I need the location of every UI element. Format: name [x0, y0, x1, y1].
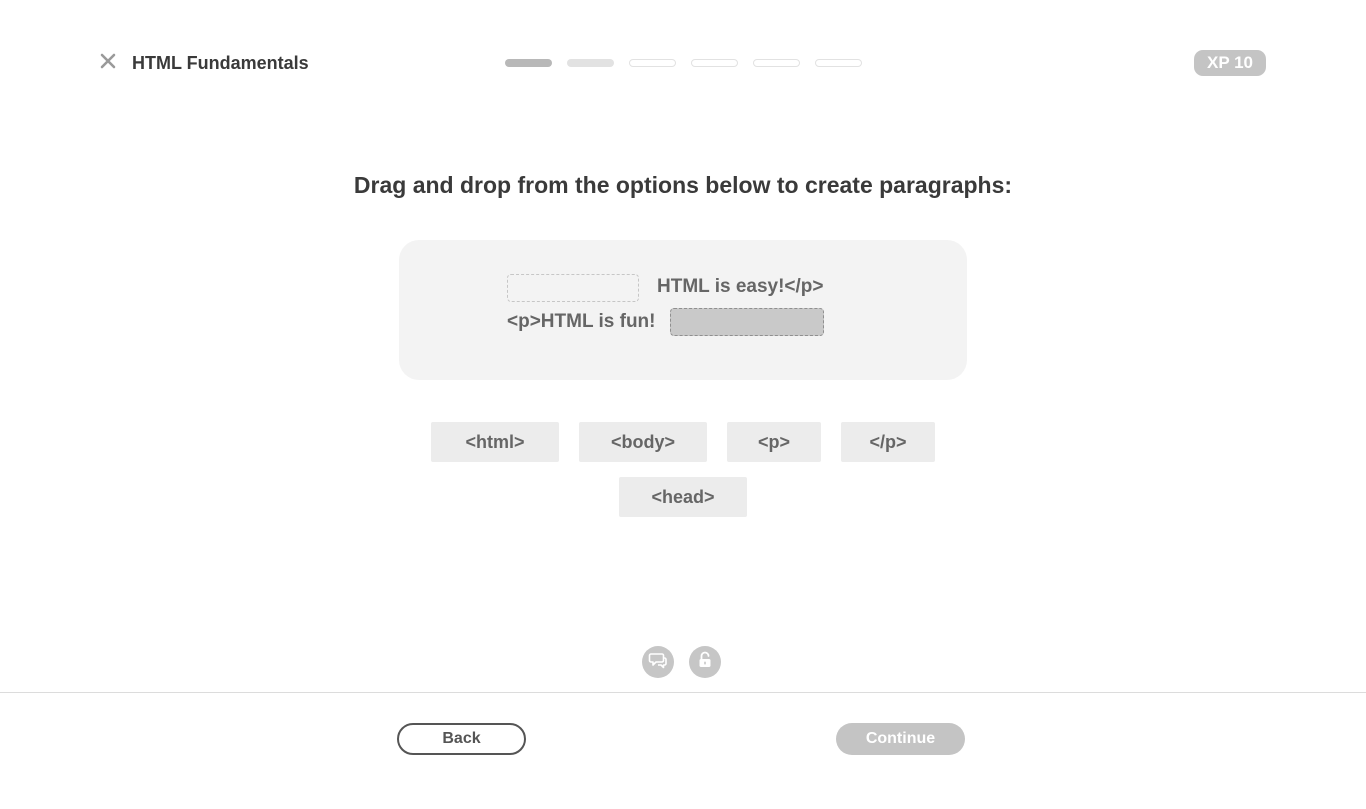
option-html[interactable]: <html>: [431, 422, 559, 462]
drop-slot-2[interactable]: [670, 308, 824, 336]
option-p[interactable]: <p>: [727, 422, 821, 462]
progress-step: [629, 59, 676, 67]
option-body[interactable]: <body>: [579, 422, 707, 462]
comments-button[interactable]: [642, 646, 674, 678]
back-button[interactable]: Back: [397, 723, 526, 755]
option-head[interactable]: <head>: [619, 477, 747, 517]
progress-step: [815, 59, 862, 67]
close-button[interactable]: [96, 51, 120, 75]
lesson-progress: [505, 59, 862, 67]
progress-step: [691, 59, 738, 67]
question-prompt: Drag and drop from the options below to …: [353, 172, 1013, 198]
footer-divider: [0, 692, 1366, 693]
xp-badge: XP 10: [1194, 50, 1266, 76]
course-title: HTML Fundamentals: [132, 53, 309, 73]
close-icon: [100, 53, 116, 74]
code-line-1-text: HTML is easy!</p>: [657, 276, 824, 297]
continue-button[interactable]: Continue: [836, 723, 965, 755]
code-line-2-text: <p>HTML is fun!: [507, 311, 656, 332]
progress-step: [753, 59, 800, 67]
progress-step: [505, 59, 552, 67]
unlock-icon: [695, 650, 715, 675]
lesson-page: HTML Fundamentals XP 10 Drag and drop fr…: [0, 0, 1366, 809]
unlock-button[interactable]: [689, 646, 721, 678]
drop-slot-1[interactable]: [507, 274, 639, 302]
progress-step: [567, 59, 614, 67]
code-panel: HTML is easy!</p> <p>HTML is fun!: [399, 240, 967, 380]
comments-icon: [648, 650, 668, 675]
option-p-close[interactable]: </p>: [841, 422, 935, 462]
